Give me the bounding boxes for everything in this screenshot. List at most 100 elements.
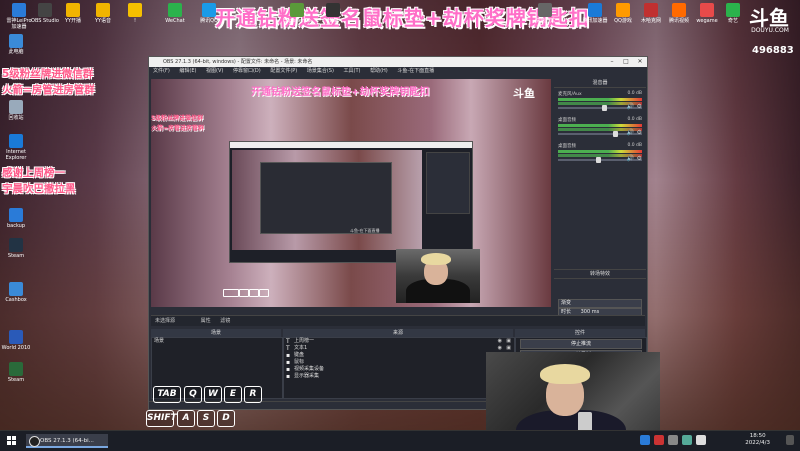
taskbar-app-label: OBS 27.1.3 (64-bi... xyxy=(40,438,94,444)
desktop-icon-8[interactable]: HUB xyxy=(318,3,348,24)
desktop-icon-11[interactable]: QQ游戏 xyxy=(608,3,638,24)
source-item[interactable]: ▪显示器采集◉▣ xyxy=(284,373,514,380)
desktop-icon-5[interactable]: WeChat xyxy=(160,3,190,24)
desktop-icon-13[interactable]: 腾讯视频 xyxy=(664,3,694,24)
track-name: 麦克风/Aux xyxy=(558,92,582,97)
minimize-button[interactable]: – xyxy=(605,57,619,67)
desktop-icon-label: QQ游戏 xyxy=(614,18,632,24)
app-icon xyxy=(12,3,26,17)
desktop-icon-12[interactable]: 木哈克网 xyxy=(636,3,666,24)
tray-volume-icon[interactable] xyxy=(668,435,678,445)
desktop-icon-label: Cashbox xyxy=(5,297,27,303)
desktop-icon-17[interactable]: 回收站 xyxy=(1,100,31,121)
desktop-icon-16[interactable]: 此电脑 xyxy=(1,34,31,55)
volume-knob[interactable] xyxy=(602,105,608,111)
volume-knob[interactable] xyxy=(596,157,601,163)
gear-icon[interactable]: ⚙ xyxy=(637,155,642,162)
desktop-icon-label: 回收站 xyxy=(8,115,24,121)
tray-network-icon[interactable] xyxy=(640,435,650,445)
desktop-icon-6[interactable]: 腾讯QQ xyxy=(194,3,224,24)
obs-menu-bar: 文件(F) 编辑(E) 视图(V) 停靠窗口(D) 配置文件(P) 场景集合(S… xyxy=(149,67,647,76)
source-type-icon: ▪ xyxy=(286,373,291,380)
desktop-icon-2[interactable]: YY开播 xyxy=(58,3,88,24)
speaker-icon[interactable]: 🔊 xyxy=(627,129,634,136)
desktop-icon-label: Internet Explorer xyxy=(5,149,27,161)
desktop-icon-18[interactable]: Internet Explorer xyxy=(1,134,31,161)
source-item[interactable]: T 文本1 ◉ ▣ xyxy=(284,345,514,352)
controls-title: 控件 xyxy=(515,329,645,337)
desktop-icon-3[interactable]: YY语音 xyxy=(88,3,118,24)
clock-time: 18:50 xyxy=(749,433,766,439)
menu-douyu[interactable]: 斗鱼-在下面直播 xyxy=(397,68,434,74)
menu-help[interactable]: 帮助(H) xyxy=(370,68,388,74)
sources-title: 来源 xyxy=(283,329,513,337)
desktop-icon-19[interactable]: backup xyxy=(1,208,31,229)
source-item[interactable]: ▪键盘◉▣ xyxy=(284,352,514,359)
source-type-icon: ▪ xyxy=(286,352,291,359)
close-button[interactable]: ✕ xyxy=(633,57,647,67)
lock-icon[interactable]: ▣ xyxy=(506,345,511,352)
tray-app-icon[interactable] xyxy=(654,435,664,445)
preview-logo: 斗鱼 xyxy=(513,87,535,100)
lock-icon[interactable]: ▣ xyxy=(506,338,511,345)
obs-title-bar[interactable]: OBS 27.1.3 (64-bit, windows) - 配置文件: 未命名… xyxy=(149,57,647,67)
desktop-icon-label: World 2010 xyxy=(1,345,31,351)
obs-preview[interactable]: 开通钻粉送签名鼠标垫+劫杯奖牌钥匙扣 斗鱼 5级粉丝牌进微信群 火箭=房管进房管… xyxy=(151,79,551,307)
source-item[interactable]: T 上周榜一 ◉ ▣ xyxy=(284,338,514,345)
filters-button[interactable]: 滤镜 xyxy=(220,318,230,324)
windows-start-icon[interactable] xyxy=(7,436,17,446)
track-db: 0.0 dB xyxy=(627,91,642,96)
track-db: 0.0 dB xyxy=(627,143,642,148)
desktop-icon-7[interactable]: Experience xyxy=(282,3,312,24)
tray-keyboard-icon[interactable] xyxy=(696,435,706,445)
menu-docks[interactable]: 停靠窗口(D) xyxy=(233,68,261,74)
properties-button[interactable]: 属性 xyxy=(201,318,211,324)
tray-wifi-icon[interactable] xyxy=(682,435,692,445)
eye-icon[interactable]: ◉ xyxy=(498,345,502,352)
menu-profile[interactable]: 配置文件(P) xyxy=(270,68,297,74)
transition-select[interactable]: 渐变 xyxy=(558,299,642,308)
mixer-track: 桌面音频 0.0 dB 🔊 ⚙ xyxy=(558,143,642,163)
app-icon xyxy=(616,3,630,17)
volume-meter xyxy=(558,150,642,153)
source-name: 键盘 xyxy=(294,352,305,358)
desktop-icon-label: 此电脑 xyxy=(8,49,24,55)
speaker-icon[interactable]: 🔊 xyxy=(627,155,634,162)
gear-icon[interactable]: ⚙ xyxy=(637,129,642,136)
desktop-icon-20[interactable]: Steam xyxy=(1,238,31,259)
desktop-icon-1[interactable]: OBS Studio xyxy=(30,3,60,24)
left-note-3: 感谢上周榜一 xyxy=(2,167,65,179)
desktop-icon-23[interactable]: Steam xyxy=(1,362,31,383)
desktop-icon-22[interactable]: World 2010 xyxy=(1,330,31,351)
notification-icon[interactable] xyxy=(786,435,794,445)
menu-view[interactable]: 视图(V) xyxy=(206,68,223,74)
menu-tools[interactable]: 工具(T) xyxy=(344,68,361,74)
source-type-icon: T xyxy=(286,338,290,345)
menu-scene-collection[interactable]: 场景集合(S) xyxy=(307,68,334,74)
control-button-0[interactable]: 停止推流 xyxy=(520,339,642,349)
volume-knob[interactable] xyxy=(612,131,618,137)
maximize-button[interactable]: □ xyxy=(619,57,633,67)
source-item[interactable]: ▪鼠标◉▣ xyxy=(284,359,514,366)
track-db: 0.0 dB xyxy=(627,117,642,122)
gear-icon[interactable]: ⚙ xyxy=(637,103,642,110)
desktop-icon-21[interactable]: Cashbox xyxy=(1,282,31,303)
desktop-icon-label: backup xyxy=(6,223,26,229)
taskbar-clock[interactable]: 18:50 2022/4/3 xyxy=(745,433,770,447)
eye-icon[interactable]: ◉ xyxy=(498,338,502,345)
menu-file[interactable]: 文件(F) xyxy=(153,68,170,74)
key-d: D xyxy=(217,410,235,427)
menu-edit[interactable]: 编辑(E) xyxy=(179,68,196,74)
speaker-icon[interactable]: 🔊 xyxy=(627,103,634,110)
desktop-icon-10[interactable]: 腾讯加速器 xyxy=(580,3,610,24)
desktop-icon-4[interactable]: ! xyxy=(120,3,150,24)
preview-keyboard-overlay xyxy=(223,289,323,303)
source-item[interactable]: ▪视频采集设备◉▣ xyxy=(284,366,514,373)
app-icon xyxy=(538,3,552,17)
scene-item[interactable]: 场景 xyxy=(152,338,282,345)
taskbar-obs-app[interactable]: OBS 27.1.3 (64-bi... xyxy=(26,434,108,448)
key-w: W xyxy=(204,386,222,403)
desktop-icon-9[interactable]: 快速方式 xyxy=(530,3,560,24)
desktop-icon-15[interactable]: 奇艺 xyxy=(718,3,748,24)
source-name: 文本1 xyxy=(294,345,308,351)
